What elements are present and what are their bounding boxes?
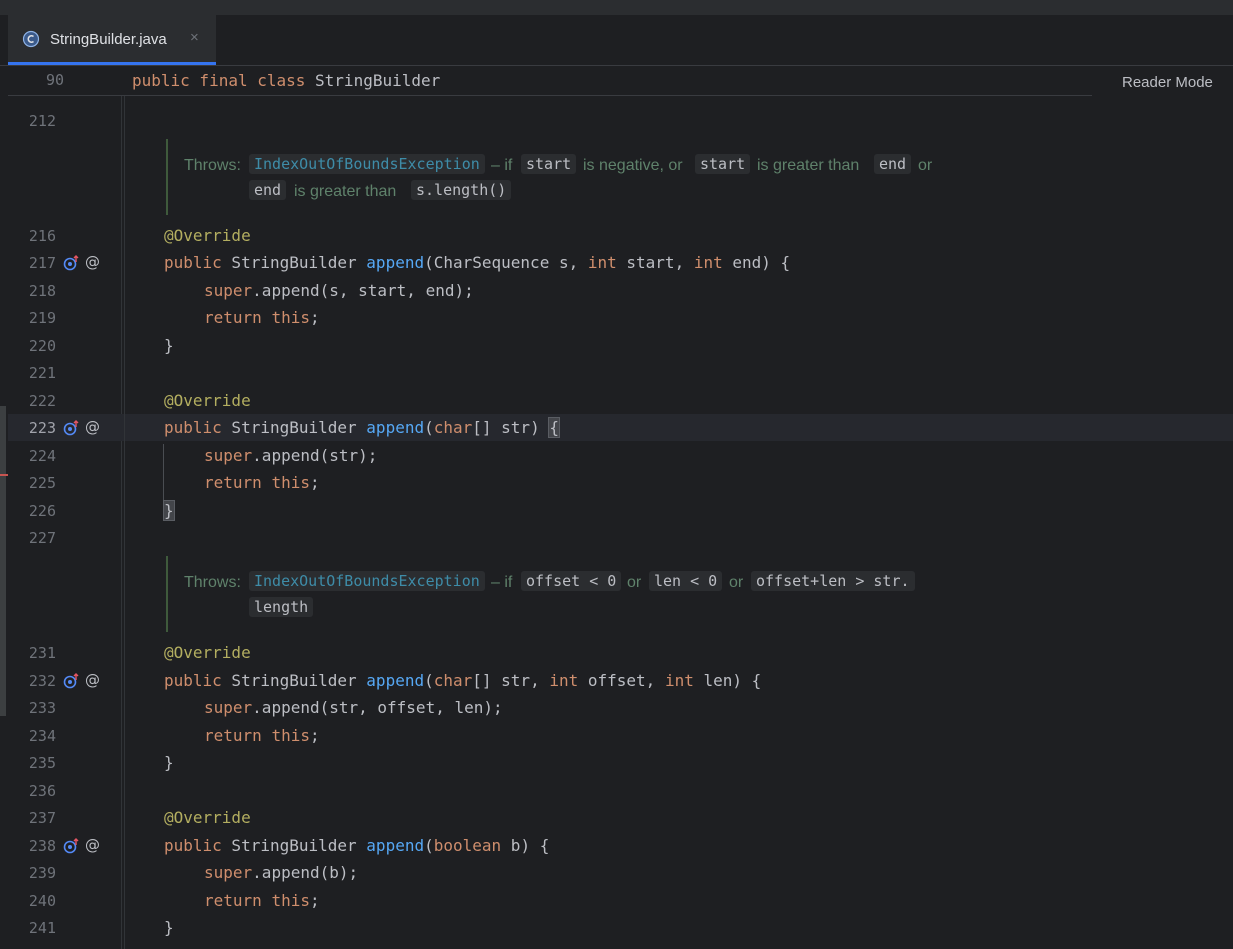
doc-exception-link[interactable]: IndexOutOfBoundsException bbox=[249, 154, 485, 174]
code-line: return this; bbox=[204, 308, 320, 327]
method-signature: public StringBuilder append(char[] str) … bbox=[164, 417, 560, 438]
line-number: 238 bbox=[28, 837, 56, 855]
code-line: } bbox=[164, 918, 174, 937]
line-number: 237 bbox=[28, 809, 56, 827]
javadoc-block[interactable]: Throws: IndexOutOfBoundsException – if s… bbox=[166, 139, 932, 215]
method-signature: public StringBuilder append(char[] str, … bbox=[164, 671, 762, 690]
code-line: super.append(s, start, end); bbox=[204, 281, 474, 300]
doc-code: offset < 0 bbox=[521, 571, 622, 591]
doc-code: end bbox=[249, 180, 287, 200]
error-marker bbox=[0, 474, 8, 476]
doc-text: – if bbox=[491, 157, 513, 174]
code-line: } bbox=[163, 500, 175, 521]
line-number: 220 bbox=[28, 337, 56, 355]
line-number: 216 bbox=[28, 227, 56, 245]
annotation-override: @Override bbox=[164, 391, 251, 410]
line-number: 221 bbox=[28, 364, 56, 382]
doc-code: offset+len > str. bbox=[751, 571, 915, 591]
line-number: 241 bbox=[28, 919, 56, 937]
line-number: 231 bbox=[28, 644, 56, 662]
method-signature: public StringBuilder append(boolean b) { bbox=[164, 836, 550, 855]
doc-exception-link[interactable]: IndexOutOfBoundsException bbox=[249, 571, 485, 591]
javadoc-block[interactable]: Throws: IndexOutOfBoundsException – if o… bbox=[166, 556, 915, 632]
code-editor[interactable]: 90 public final class StringBuilder Read… bbox=[0, 66, 1233, 949]
line-number: 239 bbox=[28, 864, 56, 882]
java-class-icon bbox=[22, 30, 40, 48]
override-icon[interactable] bbox=[63, 420, 79, 436]
annotation-override: @Override bbox=[164, 643, 251, 662]
annotation-override: @Override bbox=[164, 808, 251, 827]
sticky-header[interactable]: 90 public final class StringBuilder bbox=[8, 66, 1092, 96]
line-number: 225 bbox=[28, 474, 56, 492]
code-line: super.append(b); bbox=[204, 863, 359, 882]
line-number: 217 bbox=[28, 254, 56, 272]
annotation-icon[interactable]: @ bbox=[85, 671, 100, 689]
code-line: super.append(str); bbox=[204, 446, 378, 465]
override-icon[interactable] bbox=[63, 838, 79, 854]
doc-text: is greater than bbox=[757, 157, 860, 174]
method-signature: public StringBuilder append(CharSequence… bbox=[164, 253, 791, 272]
tab-stringbuilder-java[interactable]: StringBuilder.java × bbox=[8, 15, 216, 65]
doc-throws-label: Throws: bbox=[184, 574, 241, 591]
doc-text: is greater than bbox=[294, 183, 397, 200]
line-number: 219 bbox=[28, 309, 56, 327]
annotation-icon[interactable]: @ bbox=[85, 418, 100, 436]
code-line: } bbox=[164, 753, 174, 772]
editor-tab-bar: StringBuilder.java × bbox=[0, 15, 1233, 66]
doc-throws-label: Throws: bbox=[184, 157, 241, 174]
code-line: return this; bbox=[204, 726, 320, 745]
annotation-override: @Override bbox=[164, 226, 251, 245]
line-number: 232 bbox=[28, 672, 56, 690]
doc-text: or bbox=[729, 574, 744, 591]
annotation-icon[interactable]: @ bbox=[85, 836, 100, 854]
code-line: } bbox=[164, 336, 174, 355]
doc-code: start bbox=[521, 154, 577, 174]
close-icon[interactable]: × bbox=[190, 29, 199, 46]
doc-code: length bbox=[249, 597, 314, 617]
line-number-current: 223 bbox=[28, 419, 56, 437]
doc-text: or bbox=[918, 157, 933, 174]
override-icon[interactable] bbox=[63, 673, 79, 689]
doc-text: – if bbox=[491, 574, 513, 591]
doc-text: is negative, or bbox=[583, 157, 683, 174]
sticky-line-number: 90 bbox=[45, 71, 64, 89]
doc-text: or bbox=[627, 574, 642, 591]
line-number: 222 bbox=[28, 392, 56, 410]
indent-guide-active bbox=[163, 444, 164, 504]
line-number: 233 bbox=[28, 699, 56, 717]
line-number: 218 bbox=[28, 282, 56, 300]
title-bar bbox=[0, 0, 1233, 16]
doc-code: end bbox=[874, 154, 912, 174]
doc-code: s.length() bbox=[411, 180, 512, 200]
line-number: 235 bbox=[28, 754, 56, 772]
sticky-code: public final class StringBuilder bbox=[132, 71, 441, 90]
line-number: 234 bbox=[28, 727, 56, 745]
gutter-separator bbox=[121, 95, 122, 949]
reader-mode-button[interactable]: Reader Mode bbox=[1122, 74, 1213, 91]
code-line: super.append(str, offset, len); bbox=[204, 698, 503, 717]
code-line: return this; bbox=[204, 891, 320, 910]
line-number: 227 bbox=[28, 529, 56, 547]
code-line: return this; bbox=[204, 473, 320, 492]
annotation-icon[interactable]: @ bbox=[85, 253, 100, 271]
line-number: 236 bbox=[28, 782, 56, 800]
line-number: 226 bbox=[28, 502, 56, 520]
line-number: 240 bbox=[28, 892, 56, 910]
tab-label: StringBuilder.java bbox=[50, 31, 167, 48]
override-icon[interactable] bbox=[63, 255, 79, 271]
left-scroll-indicator bbox=[0, 406, 6, 716]
doc-code: len < 0 bbox=[649, 571, 723, 591]
doc-code: start bbox=[695, 154, 751, 174]
line-number: 212 bbox=[28, 112, 56, 130]
line-number: 224 bbox=[28, 447, 56, 465]
indent-guide bbox=[124, 95, 125, 949]
